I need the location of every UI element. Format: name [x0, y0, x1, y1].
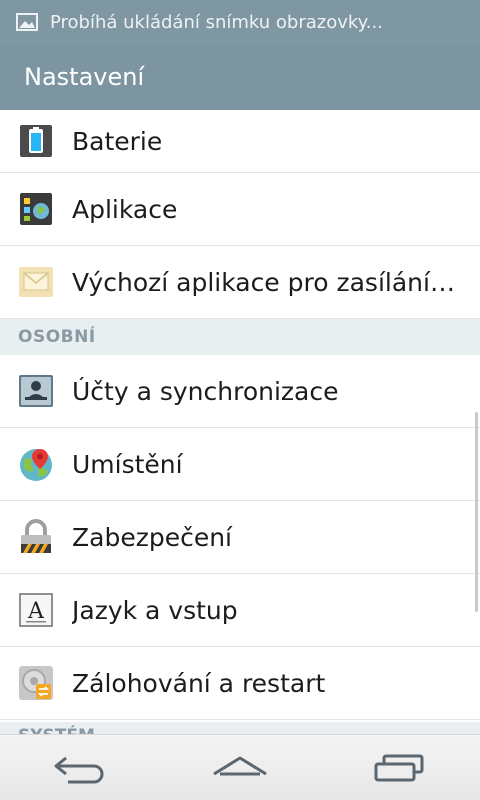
- scrollbar[interactable]: [475, 412, 478, 612]
- list-item-umisteni[interactable]: Umístění: [0, 428, 480, 501]
- list-item-ucty[interactable]: Účty a synchronizace: [0, 355, 480, 428]
- status-bar: Probíhá ukládání snímku obrazovky...: [0, 0, 480, 44]
- list-item-label: Umístění: [72, 449, 183, 479]
- language-icon: A: [19, 593, 53, 627]
- svg-text:A: A: [27, 599, 45, 624]
- list-item-aplikace[interactable]: Aplikace: [0, 173, 480, 246]
- list-item-label: Zabezpečení: [72, 522, 232, 552]
- message-icon: [19, 267, 53, 297]
- navigation-bar: [0, 734, 480, 800]
- image-icon: [16, 13, 38, 31]
- back-button[interactable]: [45, 748, 115, 788]
- list-item-baterie[interactable]: Baterie: [0, 110, 480, 173]
- list-item-label: Aplikace: [72, 194, 178, 224]
- list-item-zalohovani[interactable]: Zálohování a restart: [0, 647, 480, 720]
- status-notification-text: Probíhá ukládání snímku obrazovky...: [50, 11, 383, 33]
- list-item-label: Jazyk a vstup: [72, 595, 238, 625]
- settings-list: Baterie Aplikace Výchozí aplikace pro za…: [0, 110, 480, 720]
- list-item-vychozi-aplikace-zpravy[interactable]: Výchozí aplikace pro zasílání zpráv: [0, 246, 480, 319]
- list-item-label: Účty a synchronizace: [72, 376, 339, 406]
- page-title: Nastavení: [24, 63, 145, 91]
- list-item-jazyk[interactable]: A Jazyk a vstup: [0, 574, 480, 647]
- list-item-label: Výchozí aplikace pro zasílání zpráv: [72, 267, 462, 297]
- list-item-label: Baterie: [72, 126, 163, 156]
- recents-button[interactable]: [365, 748, 435, 788]
- lock-icon: [21, 519, 51, 553]
- apps-icon: [20, 193, 52, 225]
- home-button[interactable]: [205, 748, 275, 788]
- recents-icon: [374, 754, 424, 781]
- backup-icon: [19, 666, 53, 700]
- section-header-label: SYSTÉM: [18, 726, 95, 734]
- title-bar: Nastavení: [0, 44, 480, 110]
- back-icon: [54, 756, 104, 783]
- battery-icon: [20, 125, 52, 157]
- list-item-label: Zálohování a restart: [72, 668, 326, 698]
- list-item-zabezpeceni[interactable]: Zabezpečení: [0, 501, 480, 574]
- section-header-osobni: OSOBNÍ: [0, 319, 480, 355]
- accounts-icon: [19, 375, 53, 407]
- section-header-system: SYSTÉM: [0, 722, 480, 734]
- location-icon: [20, 449, 52, 481]
- home-icon: [213, 756, 267, 775]
- section-header-label: OSOBNÍ: [18, 327, 96, 347]
